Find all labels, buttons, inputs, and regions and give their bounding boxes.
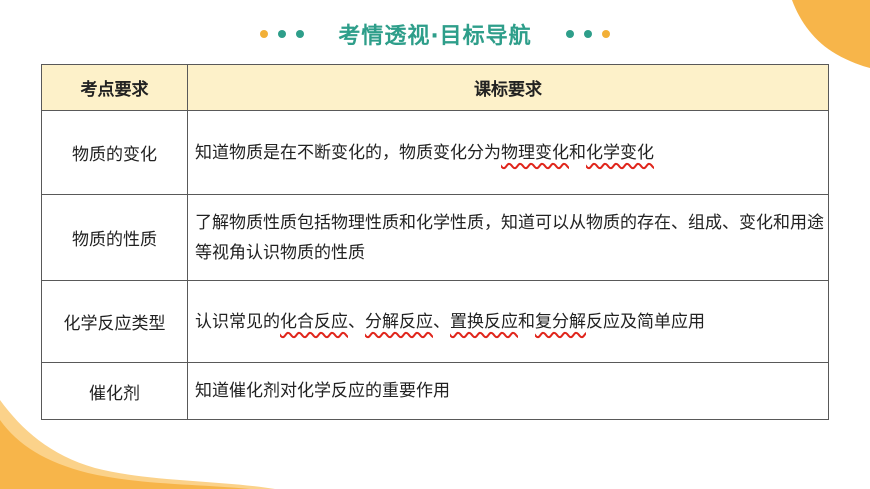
requirement-cell: 知道催化剂对化学反应的重要作用 xyxy=(187,362,829,420)
requirement-text: 知道物质是在不断变化的，物质变化分为 xyxy=(195,142,501,163)
topic-cell: 物质的变化 xyxy=(41,110,188,195)
underlined-term: 化合反应 xyxy=(280,311,348,332)
decorative-dot xyxy=(565,30,574,38)
underlined-term: 分解反应 xyxy=(365,311,433,332)
requirement-text: 知道催化剂对化学反应的重要作用 xyxy=(195,381,450,401)
underlined-term: 复分解 xyxy=(535,311,586,332)
table-row: 化学反应类型 认识常见的化合反应、分解反应、置换反应和复分解反应及简单应用 xyxy=(41,280,829,363)
right-dot-group xyxy=(565,30,610,38)
topic-cell: 化学反应类型 xyxy=(41,280,188,363)
decorative-dot xyxy=(583,30,592,38)
table-header-row: 考点要求 课标要求 xyxy=(41,64,829,111)
table-row: 物质的性质 了解物质性质包括物理性质和化学性质，知道可以从物质的存在、组成、变化… xyxy=(41,194,829,281)
underlined-term: 置换反应 xyxy=(450,311,518,332)
requirement-cell: 了解物质性质包括物理性质和化学性质，知道可以从物质的存在、组成、变化和用途等视角… xyxy=(187,194,829,281)
decorative-dot xyxy=(260,30,269,38)
left-dot-group xyxy=(260,30,305,38)
requirement-text: 、 xyxy=(433,311,450,332)
topic-cell: 物质的性质 xyxy=(41,194,188,281)
topic-cell: 催化剂 xyxy=(41,362,188,420)
decorative-dot xyxy=(601,30,610,38)
header-bar: 考情透视·目标导航 xyxy=(0,14,870,54)
underlined-term: 物理变化 xyxy=(501,142,569,163)
underlined-term: 化学变化 xyxy=(586,142,654,163)
column-header-topic: 考点要求 xyxy=(41,64,188,111)
page-title: 考情透视·目标导航 xyxy=(338,24,532,49)
decorative-dot xyxy=(296,30,305,38)
requirement-text: 、 xyxy=(348,311,365,332)
decorative-dot xyxy=(278,30,287,38)
requirement-text: 了解物质性质包括物理性质和化学性质，知道可以从物质的存在、组成、变化和用途等视角… xyxy=(195,212,824,263)
column-header-standard: 课标要求 xyxy=(187,64,829,111)
requirement-text: 反应及简单应用 xyxy=(586,311,705,332)
requirements-table: 考点要求 课标要求 物质的变化 知道物质是在不断变化的，物质变化分为物理变化和化… xyxy=(41,64,829,420)
requirement-cell: 知道物质是在不断变化的，物质变化分为物理变化和化学变化 xyxy=(187,110,829,195)
requirement-text: 和 xyxy=(518,311,535,332)
requirement-text: 认识常见的 xyxy=(195,311,280,332)
table-row: 催化剂 知道催化剂对化学反应的重要作用 xyxy=(41,362,829,420)
table-row: 物质的变化 知道物质是在不断变化的，物质变化分为物理变化和化学变化 xyxy=(41,110,829,195)
requirement-cell: 认识常见的化合反应、分解反应、置换反应和复分解反应及简单应用 xyxy=(187,280,829,363)
requirement-text: 和 xyxy=(569,142,586,163)
